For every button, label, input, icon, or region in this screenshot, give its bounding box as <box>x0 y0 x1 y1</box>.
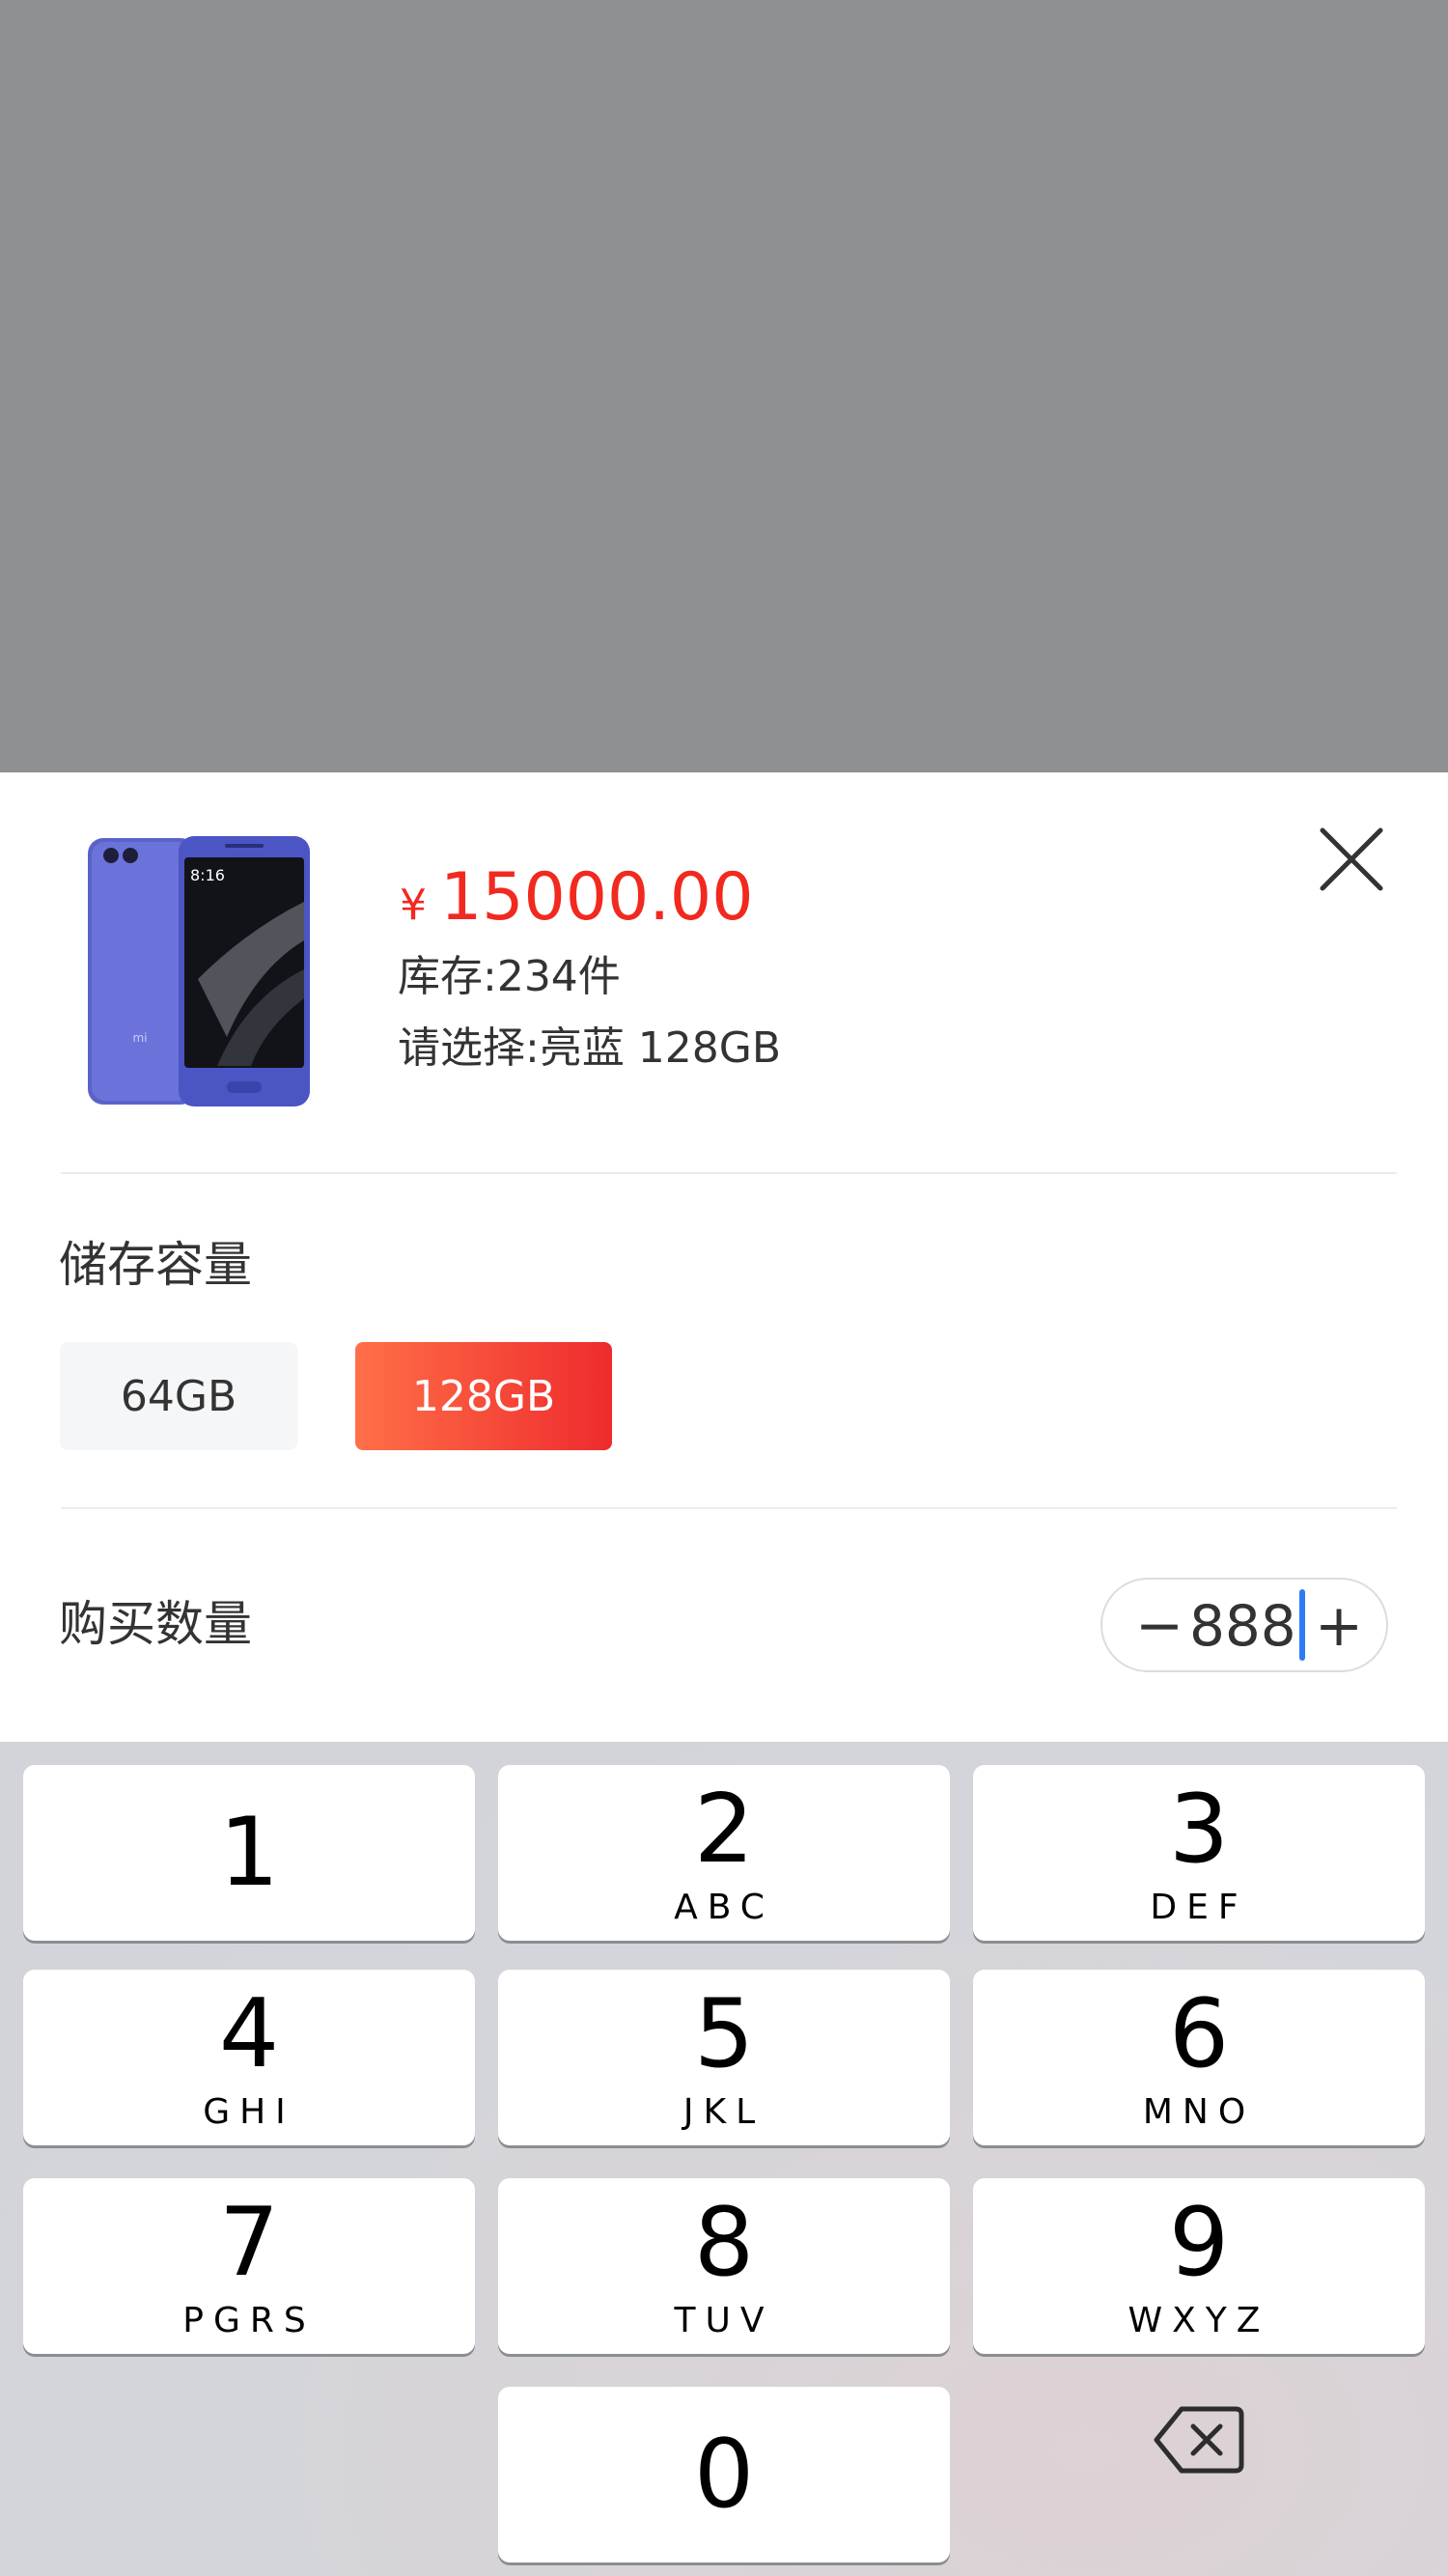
divider <box>61 1507 1397 1509</box>
key-letters: MNO <box>1142 2092 1256 2132</box>
price-value: 15000.00 <box>440 859 754 936</box>
divider <box>61 1172 1397 1174</box>
stock-count: 库存:234件 <box>398 952 621 1001</box>
key-letters: ABC <box>674 1888 774 1927</box>
quantity-stepper: − 888 + <box>1100 1578 1388 1672</box>
key-8[interactable]: 8 TUV <box>498 2178 950 2354</box>
key-letters: PGRS <box>182 2301 316 2340</box>
storage-option-64gb[interactable]: 64GB <box>60 1342 297 1450</box>
key-4[interactable]: 4 GHI <box>23 1970 475 2145</box>
key-3[interactable]: 3 DEF <box>973 1765 1425 1941</box>
key-2[interactable]: 2 ABC <box>498 1765 950 1941</box>
quantity-section-title: 购买数量 <box>59 1596 252 1652</box>
key-digit: 2 <box>693 1775 755 1885</box>
key-digit: 1 <box>218 1798 280 1908</box>
key-letters: GHI <box>203 2092 295 2132</box>
key-digit: 8 <box>693 2188 755 2298</box>
key-digit: 7 <box>218 2188 280 2298</box>
key-digit: 3 <box>1168 1775 1230 1885</box>
sku-selection-sheet: mi 8:16 ¥15000.00 库存:234件 请选择:亮蓝 128GB 储… <box>0 772 1448 1742</box>
key-1[interactable]: 1 <box>23 1765 475 1941</box>
svg-text:mi: mi <box>132 1031 147 1045</box>
product-image: mi 8:16 <box>82 834 314 1109</box>
close-icon <box>1320 827 1383 891</box>
currency-symbol: ¥ <box>400 881 427 930</box>
key-9[interactable]: 9 WXYZ <box>973 2178 1425 2354</box>
key-6[interactable]: 6 MNO <box>973 1970 1425 2145</box>
key-digit: 0 <box>693 2420 755 2530</box>
key-letters: DEF <box>1150 1888 1248 1927</box>
key-digit: 4 <box>218 1979 280 2089</box>
svg-text:8:16: 8:16 <box>190 866 225 884</box>
key-letters: WXYZ <box>1128 2301 1270 2340</box>
key-5[interactable]: 5 JKL <box>498 1970 950 2145</box>
key-digit: 6 <box>1168 1979 1230 2089</box>
key-digit: 9 <box>1168 2188 1230 2298</box>
product-price: ¥15000.00 <box>400 857 753 946</box>
key-letters: TUV <box>674 2301 774 2340</box>
selected-spec: 请选择:亮蓝 128GB <box>398 1023 782 1073</box>
key-digit: 5 <box>693 1979 755 2089</box>
quantity-input[interactable]: 888 <box>1189 1589 1296 1663</box>
key-0[interactable]: 0 <box>498 2387 950 2562</box>
key-7[interactable]: 7 PGRS <box>23 2178 475 2354</box>
decrement-button[interactable]: − <box>1126 1589 1193 1663</box>
backspace-icon <box>1154 2406 1244 2474</box>
key-letters: JKL <box>682 2092 766 2132</box>
increment-button[interactable]: + <box>1305 1589 1373 1663</box>
numeric-keypad: 1 2 ABC 3 DEF 4 GHI 5 JKL 6 MNO 7 PGRS 8… <box>0 1742 1448 2576</box>
storage-section-title: 储存容量 <box>59 1237 252 1293</box>
backspace-key[interactable] <box>973 2352 1425 2528</box>
storage-option-128gb[interactable]: 128GB <box>355 1342 612 1450</box>
close-button[interactable] <box>1313 821 1390 898</box>
modal-backdrop[interactable] <box>0 0 1448 772</box>
